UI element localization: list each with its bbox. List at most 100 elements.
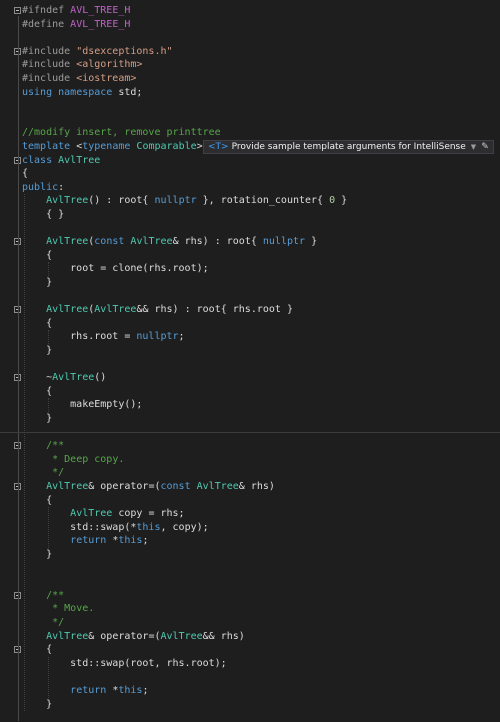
- code-token: {: [22, 385, 53, 397]
- code-text: {: [22, 249, 52, 263]
- code-token: nullptr: [136, 331, 179, 343]
- code-line[interactable]: ~AvlTree(): [0, 371, 500, 385]
- template-hint-text[interactable]: Provide sample template arguments for In…: [232, 142, 466, 152]
- code-line[interactable]: {: [0, 167, 500, 181]
- code-line[interactable]: }: [0, 344, 500, 358]
- code-line[interactable]: AvlTree copy = rhs;: [0, 507, 500, 521]
- code-line[interactable]: { }: [0, 208, 500, 222]
- code-token: *: [106, 535, 119, 547]
- code-token: namespace: [58, 86, 113, 98]
- code-token: * Deep copy.: [46, 453, 125, 465]
- code-line[interactable]: using namespace std;: [0, 86, 500, 100]
- code-line[interactable]: AvlTree(const AvlTree& rhs) : root{ null…: [0, 235, 500, 249]
- code-line[interactable]: AvlTree(AvlTree&& rhs) : root{ rhs.root …: [0, 303, 500, 317]
- code-line[interactable]: std::swap(root, rhs.root);: [0, 657, 500, 671]
- code-token: * Move.: [46, 603, 95, 615]
- code-line[interactable]: AvlTree() : root{ nullptr }, rotation_co…: [0, 194, 500, 208]
- code-line[interactable]: #include <iostream>: [0, 72, 500, 86]
- code-line[interactable]: /**: [0, 439, 500, 453]
- code-token: return: [70, 535, 107, 547]
- code-line[interactable]: [0, 358, 500, 372]
- code-text: /**: [22, 439, 64, 453]
- code-token: }: [335, 195, 348, 207]
- code-line[interactable]: return *this;: [0, 684, 500, 698]
- code-line[interactable]: * Move.: [0, 602, 500, 616]
- code-line[interactable]: std::swap(*this, copy);: [0, 521, 500, 535]
- code-line[interactable]: {: [0, 643, 500, 657]
- code-token: {: [22, 317, 53, 329]
- code-text: }: [22, 548, 52, 562]
- code-line[interactable]: rhs.root = nullptr;: [0, 330, 500, 344]
- template-icon: <T>: [208, 142, 229, 152]
- code-token: #ifndef: [22, 5, 71, 16]
- code-line[interactable]: */: [0, 616, 500, 630]
- code-line[interactable]: return *this;: [0, 534, 500, 548]
- code-token: :: [58, 181, 65, 193]
- fold-range-line: [18, 16, 19, 721]
- pencil-icon[interactable]: ✎: [481, 142, 489, 152]
- code-text: * Move.: [22, 602, 94, 616]
- code-token: makeEmpty();: [22, 399, 143, 411]
- code-line[interactable]: [0, 31, 500, 45]
- code-line[interactable]: [0, 670, 500, 684]
- code-token: //modify insert, remove printtree: [22, 127, 221, 139]
- code-text: std::swap(root, rhs.root);: [22, 657, 227, 671]
- code-line[interactable]: root = clone(rhs.root);: [0, 262, 500, 276]
- code-editor[interactable]: #ifndef AVL_TREE_H #define AVL_TREE_H #inc…: [0, 0, 500, 722]
- code-line[interactable]: class AvlTree: [0, 154, 500, 168]
- code-line[interactable]: //modify insert, remove printtree: [0, 126, 500, 140]
- code-text: #ifndef AVL_TREE_H: [22, 4, 130, 18]
- code-line[interactable]: [0, 222, 500, 236]
- code-line[interactable]: * Deep copy.: [0, 453, 500, 467]
- code-line[interactable]: [0, 562, 500, 576]
- code-line[interactable]: makeEmpty();: [0, 398, 500, 412]
- code-line[interactable]: #include "dsexceptions.h": [0, 45, 500, 59]
- code-line[interactable]: {: [0, 494, 500, 508]
- code-line[interactable]: public:: [0, 181, 500, 195]
- code-token: AvlTree: [46, 195, 89, 207]
- code-token: <algorithm>: [76, 59, 143, 71]
- code-token: AVL_TREE_H: [70, 5, 131, 16]
- code-token: ~: [22, 372, 53, 384]
- code-line[interactable]: #ifndef AVL_TREE_H: [0, 4, 500, 18]
- code-token: }: [22, 549, 53, 560]
- code-text: //modify insert, remove printtree: [22, 126, 221, 140]
- code-line[interactable]: [0, 575, 500, 589]
- chevron-down-icon[interactable]: ▼: [471, 143, 476, 151]
- code-token: {: [22, 249, 53, 261]
- code-token: ;: [142, 685, 149, 696]
- code-line[interactable]: AvlTree& operator=(const AvlTree& rhs): [0, 480, 500, 494]
- code-line[interactable]: {: [0, 249, 500, 263]
- code-line[interactable]: AvlTree& operator=(AvlTree&& rhs): [0, 630, 500, 644]
- template-hint-bar[interactable]: <T> Provide sample template arguments fo…: [203, 140, 494, 154]
- code-line[interactable]: }: [0, 276, 500, 290]
- code-token: & rhs): [238, 481, 275, 492]
- code-line[interactable]: */: [0, 466, 500, 480]
- code-token: */: [46, 467, 65, 479]
- code-token: AvlTree: [46, 630, 89, 642]
- fold-toggle-icon[interactable]: [14, 7, 21, 14]
- code-text: using namespace std;: [22, 86, 142, 100]
- code-line[interactable]: #include <algorithm>: [0, 58, 500, 72]
- code-line[interactable]: {: [0, 385, 500, 399]
- code-line[interactable]: /**: [0, 589, 500, 603]
- code-token: && rhs) : root{ rhs.root }: [136, 304, 293, 316]
- code-line[interactable]: [0, 99, 500, 113]
- code-token: "dsexceptions.h": [76, 45, 173, 57]
- code-text: template <typename Comparable>: [22, 140, 203, 154]
- code-token: { }: [22, 209, 65, 220]
- code-line[interactable]: #define AVL_TREE_H: [0, 18, 500, 32]
- code-line[interactable]: {: [0, 317, 500, 331]
- code-text: return *this;: [22, 684, 148, 698]
- code-line[interactable]: [0, 290, 500, 304]
- code-text: return *this;: [22, 534, 148, 548]
- code-line[interactable]: [0, 113, 500, 127]
- code-line[interactable]: }: [0, 698, 500, 712]
- code-line[interactable]: }: [0, 412, 500, 426]
- code-line[interactable]: }: [0, 548, 500, 562]
